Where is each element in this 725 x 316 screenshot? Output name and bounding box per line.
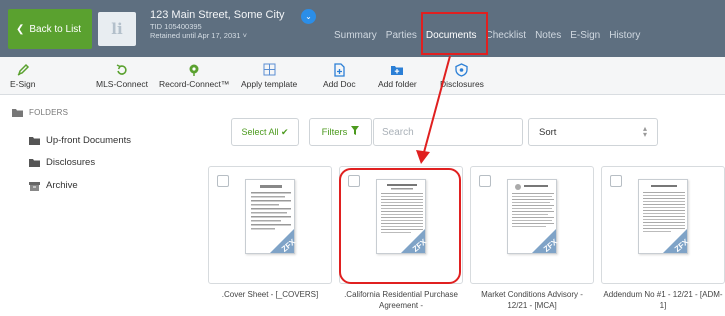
esign-button[interactable]: E-Sign bbox=[10, 62, 36, 89]
add-doc-label: Add Doc bbox=[323, 79, 356, 89]
nav-tabs: Summary Parties Documents Checklist Note… bbox=[334, 30, 649, 41]
folder-icon bbox=[12, 108, 23, 117]
document-card[interactable]: ZFX bbox=[470, 166, 594, 284]
folder-icon bbox=[29, 158, 40, 167]
archive-icon bbox=[29, 181, 40, 191]
pen-icon bbox=[16, 62, 30, 77]
select-all-button[interactable]: Select All ✔ bbox=[231, 118, 299, 146]
document-checkbox[interactable] bbox=[479, 175, 491, 187]
sidebar-item-disclosures[interactable]: Disclosures bbox=[29, 157, 95, 168]
add-folder-button[interactable]: Add folder bbox=[378, 62, 417, 89]
document-checkbox[interactable] bbox=[217, 175, 229, 187]
record-icon bbox=[187, 62, 201, 77]
folders-header-label: FOLDERS bbox=[29, 108, 69, 117]
sidebar-item-upfront-documents[interactable]: Up-front Documents bbox=[29, 135, 131, 146]
grid-icon bbox=[263, 62, 276, 77]
sidebar-item-label: Archive bbox=[46, 180, 78, 191]
tab-summary[interactable]: Summary bbox=[334, 30, 377, 41]
sidebar-item-label: Disclosures bbox=[46, 157, 96, 168]
chevron-left-icon: ❮ bbox=[16, 23, 25, 35]
folders-sidebar: FOLDERS Up-front Documents Disclosures A… bbox=[0, 95, 200, 316]
document-checkbox[interactable] bbox=[610, 175, 622, 187]
record-connect-label: Record-Connect™ bbox=[159, 79, 230, 89]
filter-icon bbox=[351, 126, 360, 138]
esign-label: E-Sign bbox=[10, 79, 36, 89]
transaction-id: TID 105400395 bbox=[150, 22, 202, 32]
refresh-icon bbox=[115, 62, 129, 77]
document-highlight-outline bbox=[339, 168, 461, 284]
tab-checklist[interactable]: Checklist bbox=[486, 30, 527, 41]
search-input[interactable] bbox=[373, 118, 523, 146]
document-title[interactable]: Market Conditions Advisory - 12/21 - [MC… bbox=[470, 290, 594, 312]
back-to-list-button[interactable]: ❮ Back to List bbox=[8, 9, 92, 49]
add-folder-icon bbox=[390, 62, 404, 77]
shield-icon bbox=[455, 62, 469, 77]
filters-label: Filters bbox=[321, 126, 348, 138]
sort-dropdown[interactable]: Sort ▴ ▾ bbox=[528, 118, 658, 146]
filters-button[interactable]: Filters bbox=[309, 118, 372, 146]
document-title[interactable]: .California Residential Purchase Agreeme… bbox=[339, 290, 463, 312]
chevron-down-icon[interactable]: ⌄ bbox=[301, 9, 316, 24]
property-address: 123 Main Street, Some City bbox=[150, 9, 285, 21]
tab-esign[interactable]: E-Sign bbox=[570, 30, 600, 41]
disclosures-label: Disclosures bbox=[440, 79, 484, 89]
tab-history[interactable]: History bbox=[609, 30, 640, 41]
disclosures-button[interactable]: Disclosures bbox=[440, 62, 484, 89]
sidebar-item-label: Up-front Documents bbox=[46, 135, 132, 146]
transaction-header: ❮ Back to List li 123 Main Street, Some … bbox=[0, 0, 725, 57]
folders-header: FOLDERS bbox=[12, 108, 68, 117]
mls-connect-button[interactable]: MLS-Connect bbox=[96, 62, 148, 89]
add-folder-label: Add folder bbox=[378, 79, 417, 89]
tab-notes[interactable]: Notes bbox=[535, 30, 561, 41]
app-logo: li bbox=[98, 12, 136, 46]
document-title[interactable]: .Cover Sheet - [_COVERS] bbox=[208, 290, 332, 301]
mls-connect-label: MLS-Connect bbox=[96, 79, 148, 89]
action-toolbar: E-Sign MLS-Connect Record-Connect™ Apply… bbox=[0, 57, 725, 95]
folder-icon bbox=[29, 136, 40, 145]
apply-template-label: Apply template bbox=[241, 79, 298, 89]
sidebar-item-archive[interactable]: Archive bbox=[29, 180, 78, 191]
tab-parties[interactable]: Parties bbox=[386, 30, 417, 41]
add-doc-icon bbox=[333, 62, 346, 77]
retention-date[interactable]: Retained until Apr 17, 2031 ˅ bbox=[150, 31, 285, 40]
documents-tab-highlight-box bbox=[421, 12, 488, 55]
add-doc-button[interactable]: Add Doc bbox=[323, 62, 356, 89]
record-connect-button[interactable]: Record-Connect™ bbox=[159, 62, 229, 89]
document-card[interactable]: ZFX bbox=[601, 166, 725, 284]
property-info: 123 Main Street, Some City TID 105400395… bbox=[150, 9, 285, 40]
sort-arrows-icon: ▴ ▾ bbox=[642, 124, 647, 140]
back-to-list-label: Back to List bbox=[29, 23, 82, 35]
sort-label: Sort bbox=[539, 126, 557, 138]
document-title[interactable]: Addendum No #1 - 12/21 - [ADM-1] bbox=[601, 290, 725, 312]
document-card[interactable]: ZFX bbox=[208, 166, 332, 284]
apply-template-button[interactable]: Apply template bbox=[241, 62, 297, 89]
